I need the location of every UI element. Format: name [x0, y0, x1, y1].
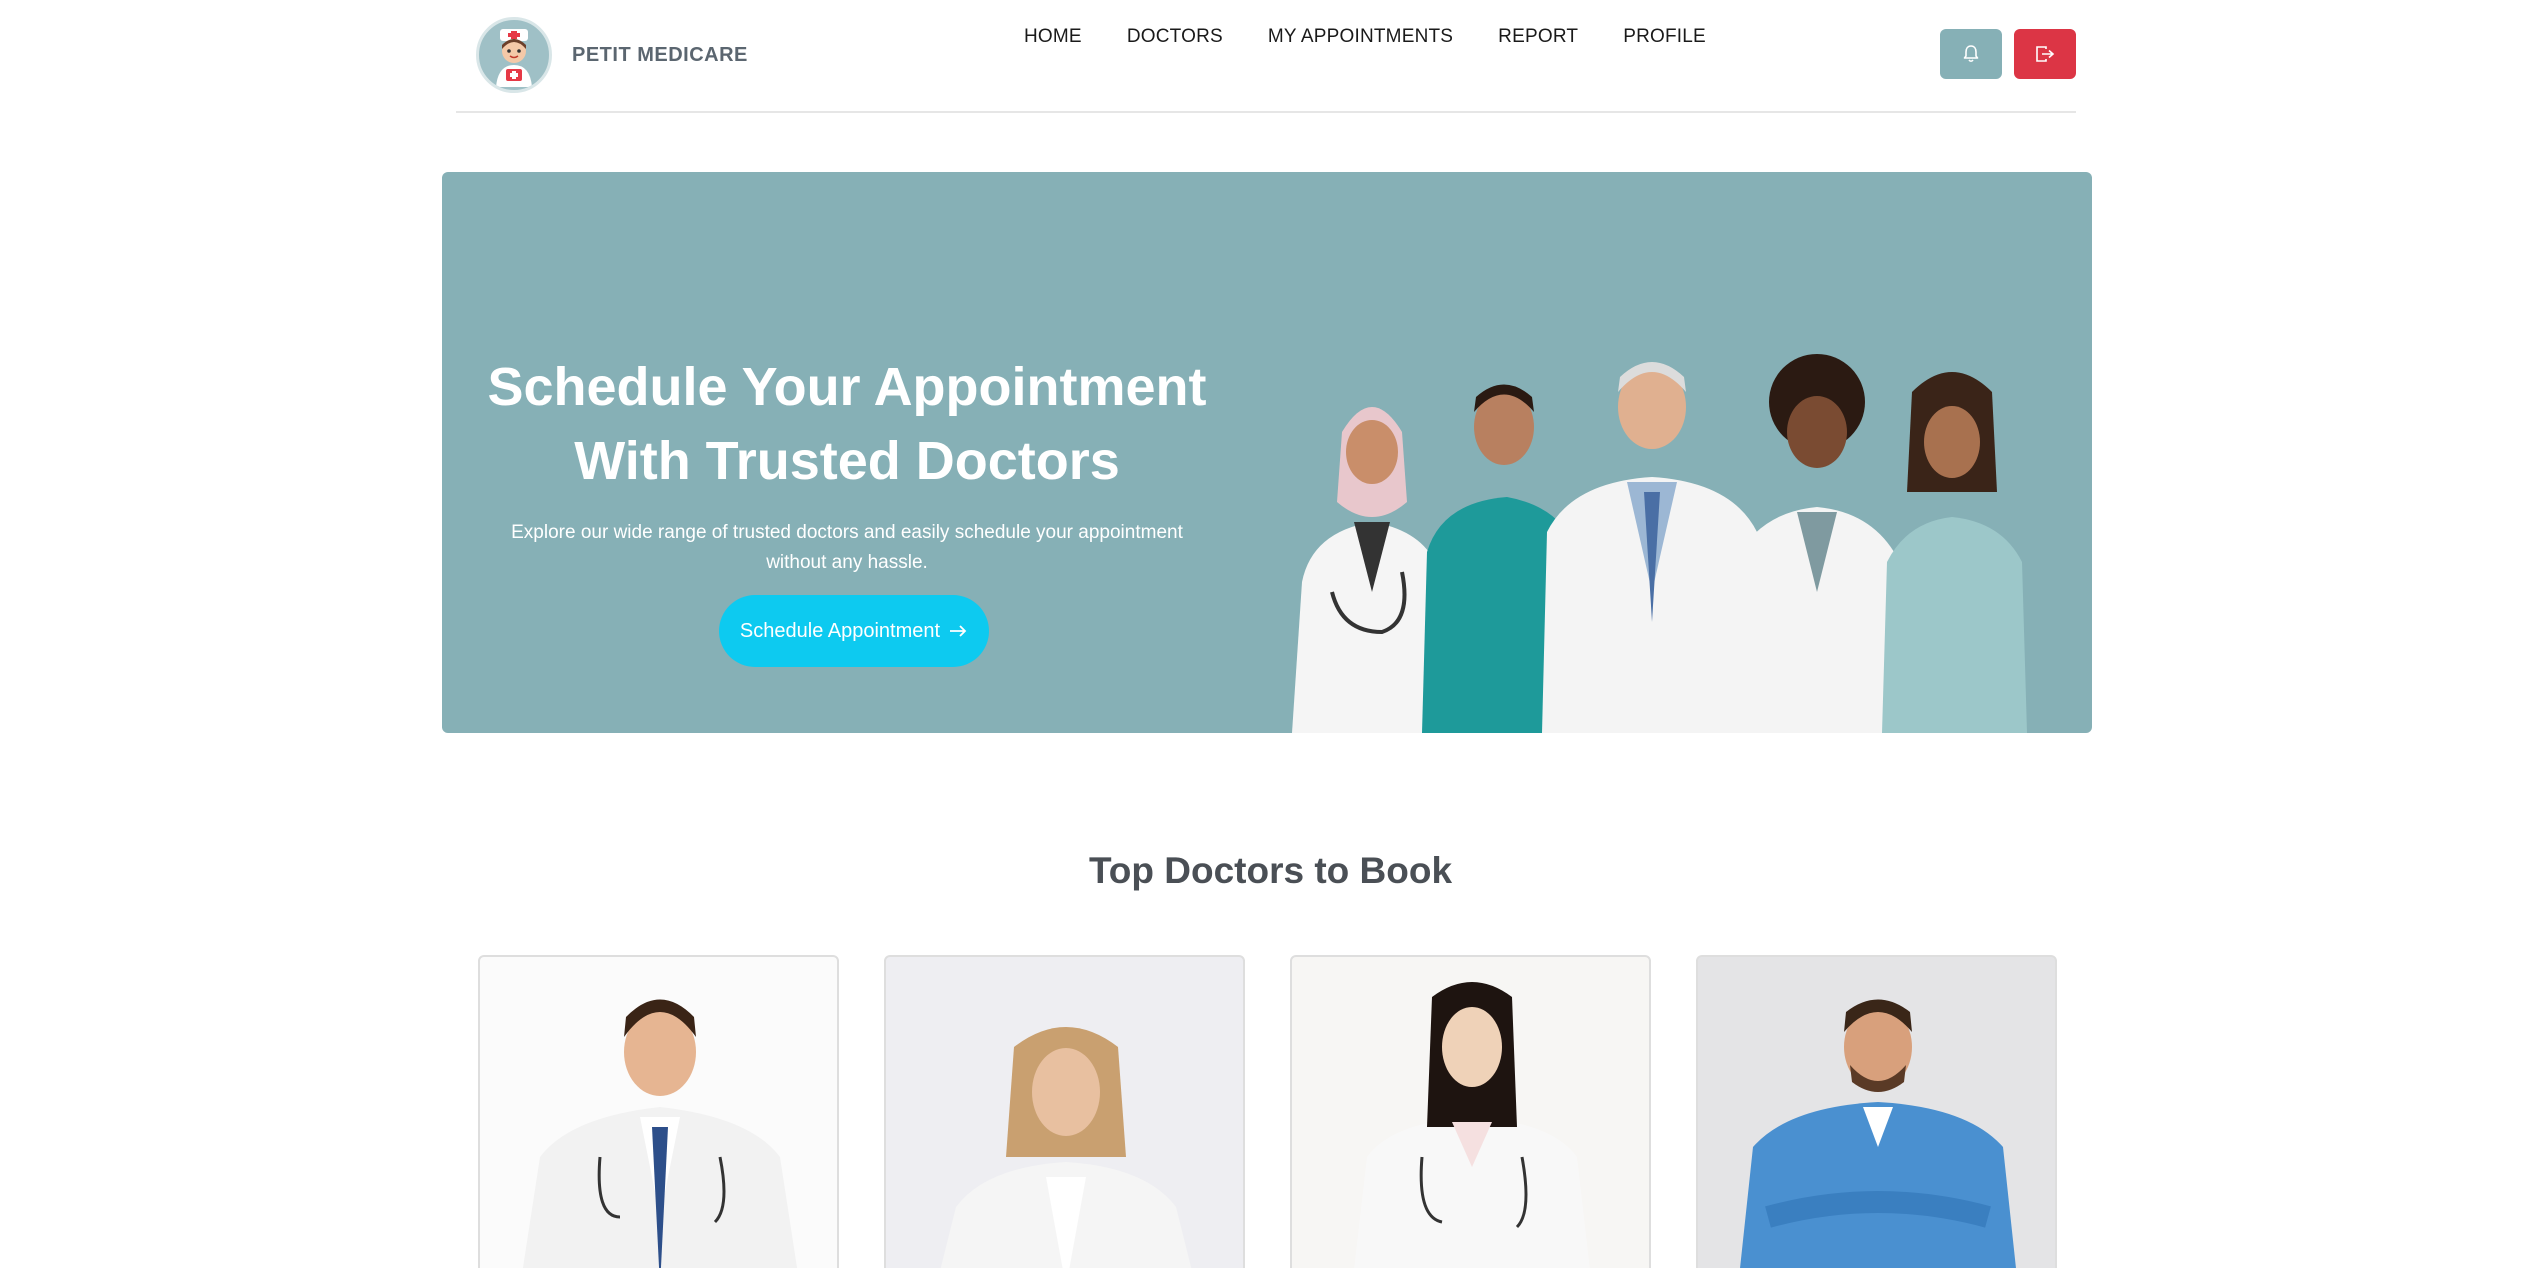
doctor-photo [1354, 982, 1590, 1268]
brand[interactable]: PETIT MEDICARE [476, 17, 748, 93]
bell-icon [1963, 45, 1979, 63]
nav-actions [1940, 29, 2076, 79]
nav-my-appointments[interactable]: MY APPOINTMENTS [1268, 26, 1453, 48]
nav-report[interactable]: REPORT [1498, 26, 1578, 48]
hero-title: Schedule Your Appointment With Trusted D… [482, 350, 1212, 498]
logout-button[interactable] [2014, 29, 2076, 79]
hero-title-line2: With Trusted Doctors [574, 431, 1120, 491]
notifications-button[interactable] [1940, 29, 2002, 79]
doctor-photo [1740, 999, 2016, 1268]
doctor-card[interactable] [478, 955, 839, 1268]
hero-title-line1: Schedule Your Appointment [487, 357, 1207, 417]
hero-banner: Schedule Your Appointment With Trusted D… [442, 172, 2092, 733]
brand-name: PETIT MEDICARE [572, 43, 748, 66]
schedule-appointment-button[interactable]: Schedule Appointment [719, 595, 989, 667]
navbar: PETIT MEDICARE HOME DOCTORS MY APPOINTME… [456, 0, 2076, 113]
main-nav: HOME DOCTORS MY APPOINTMENTS REPORT PROF… [1024, 26, 1706, 48]
nurse-mascot-icon [476, 17, 552, 93]
doctor-card[interactable] [1696, 955, 2057, 1268]
hero-text: Schedule Your Appointment With Trusted D… [482, 350, 1212, 578]
logout-icon [2036, 46, 2055, 62]
nav-doctors[interactable]: DOCTORS [1127, 26, 1223, 48]
arrow-right-icon [950, 625, 967, 637]
section-title-top-doctors: Top Doctors to Book [1088, 850, 1453, 891]
doctor-card[interactable] [1290, 955, 1651, 1268]
doctor-photo [940, 1027, 1192, 1268]
doctors-group-image [1292, 354, 2027, 733]
doctor-photo [522, 999, 798, 1268]
schedule-appointment-label: Schedule Appointment [739, 619, 941, 642]
doctor-cards [478, 955, 2057, 1268]
nav-profile[interactable]: PROFILE [1623, 26, 1706, 48]
nav-home[interactable]: HOME [1024, 26, 1082, 48]
doctor-card[interactable] [884, 955, 1245, 1268]
hero-subtitle: Explore our wide range of trusted doctor… [511, 522, 1183, 573]
